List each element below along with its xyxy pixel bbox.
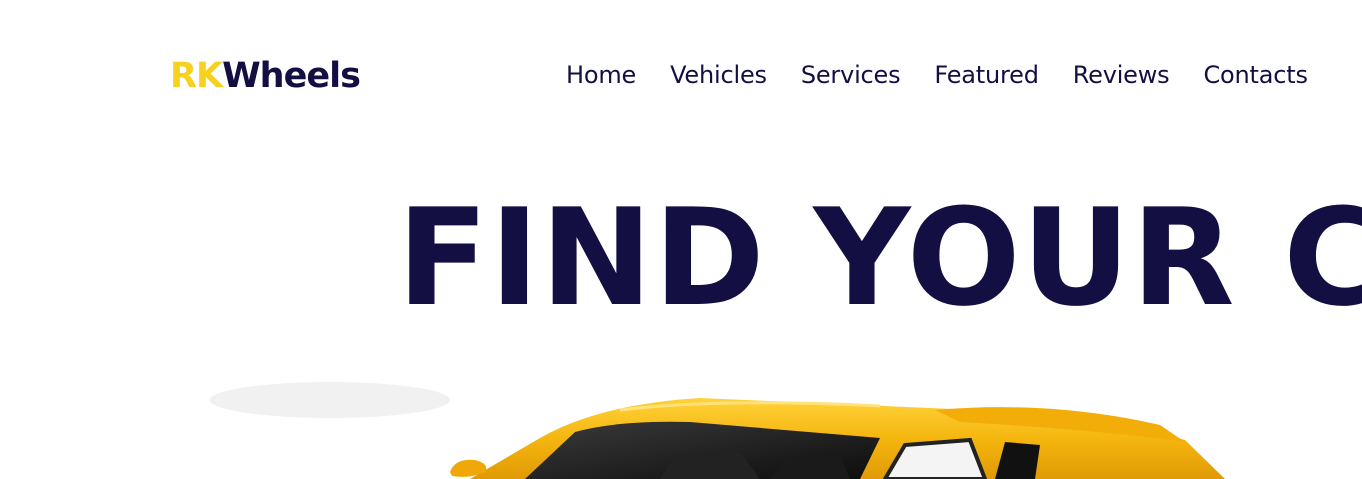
site-logo[interactable]: RK Wheels bbox=[170, 52, 361, 100]
logo-main-text: Wheels bbox=[222, 56, 361, 96]
nav-item-reviews[interactable]: Reviews bbox=[1073, 61, 1170, 89]
hero-car-image bbox=[210, 382, 1225, 479]
nav-item-contacts[interactable]: Contacts bbox=[1203, 61, 1307, 89]
nav-item-services[interactable]: Services bbox=[801, 61, 901, 89]
nav-item-vehicles[interactable]: Vehicles bbox=[670, 61, 767, 89]
nav-item-featured[interactable]: Featured bbox=[934, 61, 1039, 89]
logo-accent-text: RK bbox=[170, 56, 223, 96]
hero-title: FIND YOUR CAR bbox=[397, 180, 1362, 336]
main-navigation: Home Vehicles Services Featured Reviews … bbox=[566, 52, 1342, 98]
page: RK Wheels Home Vehicles Services Featured… bbox=[0, 0, 1362, 479]
ground-haze bbox=[210, 382, 450, 418]
nav-item-home[interactable]: Home bbox=[566, 61, 636, 89]
